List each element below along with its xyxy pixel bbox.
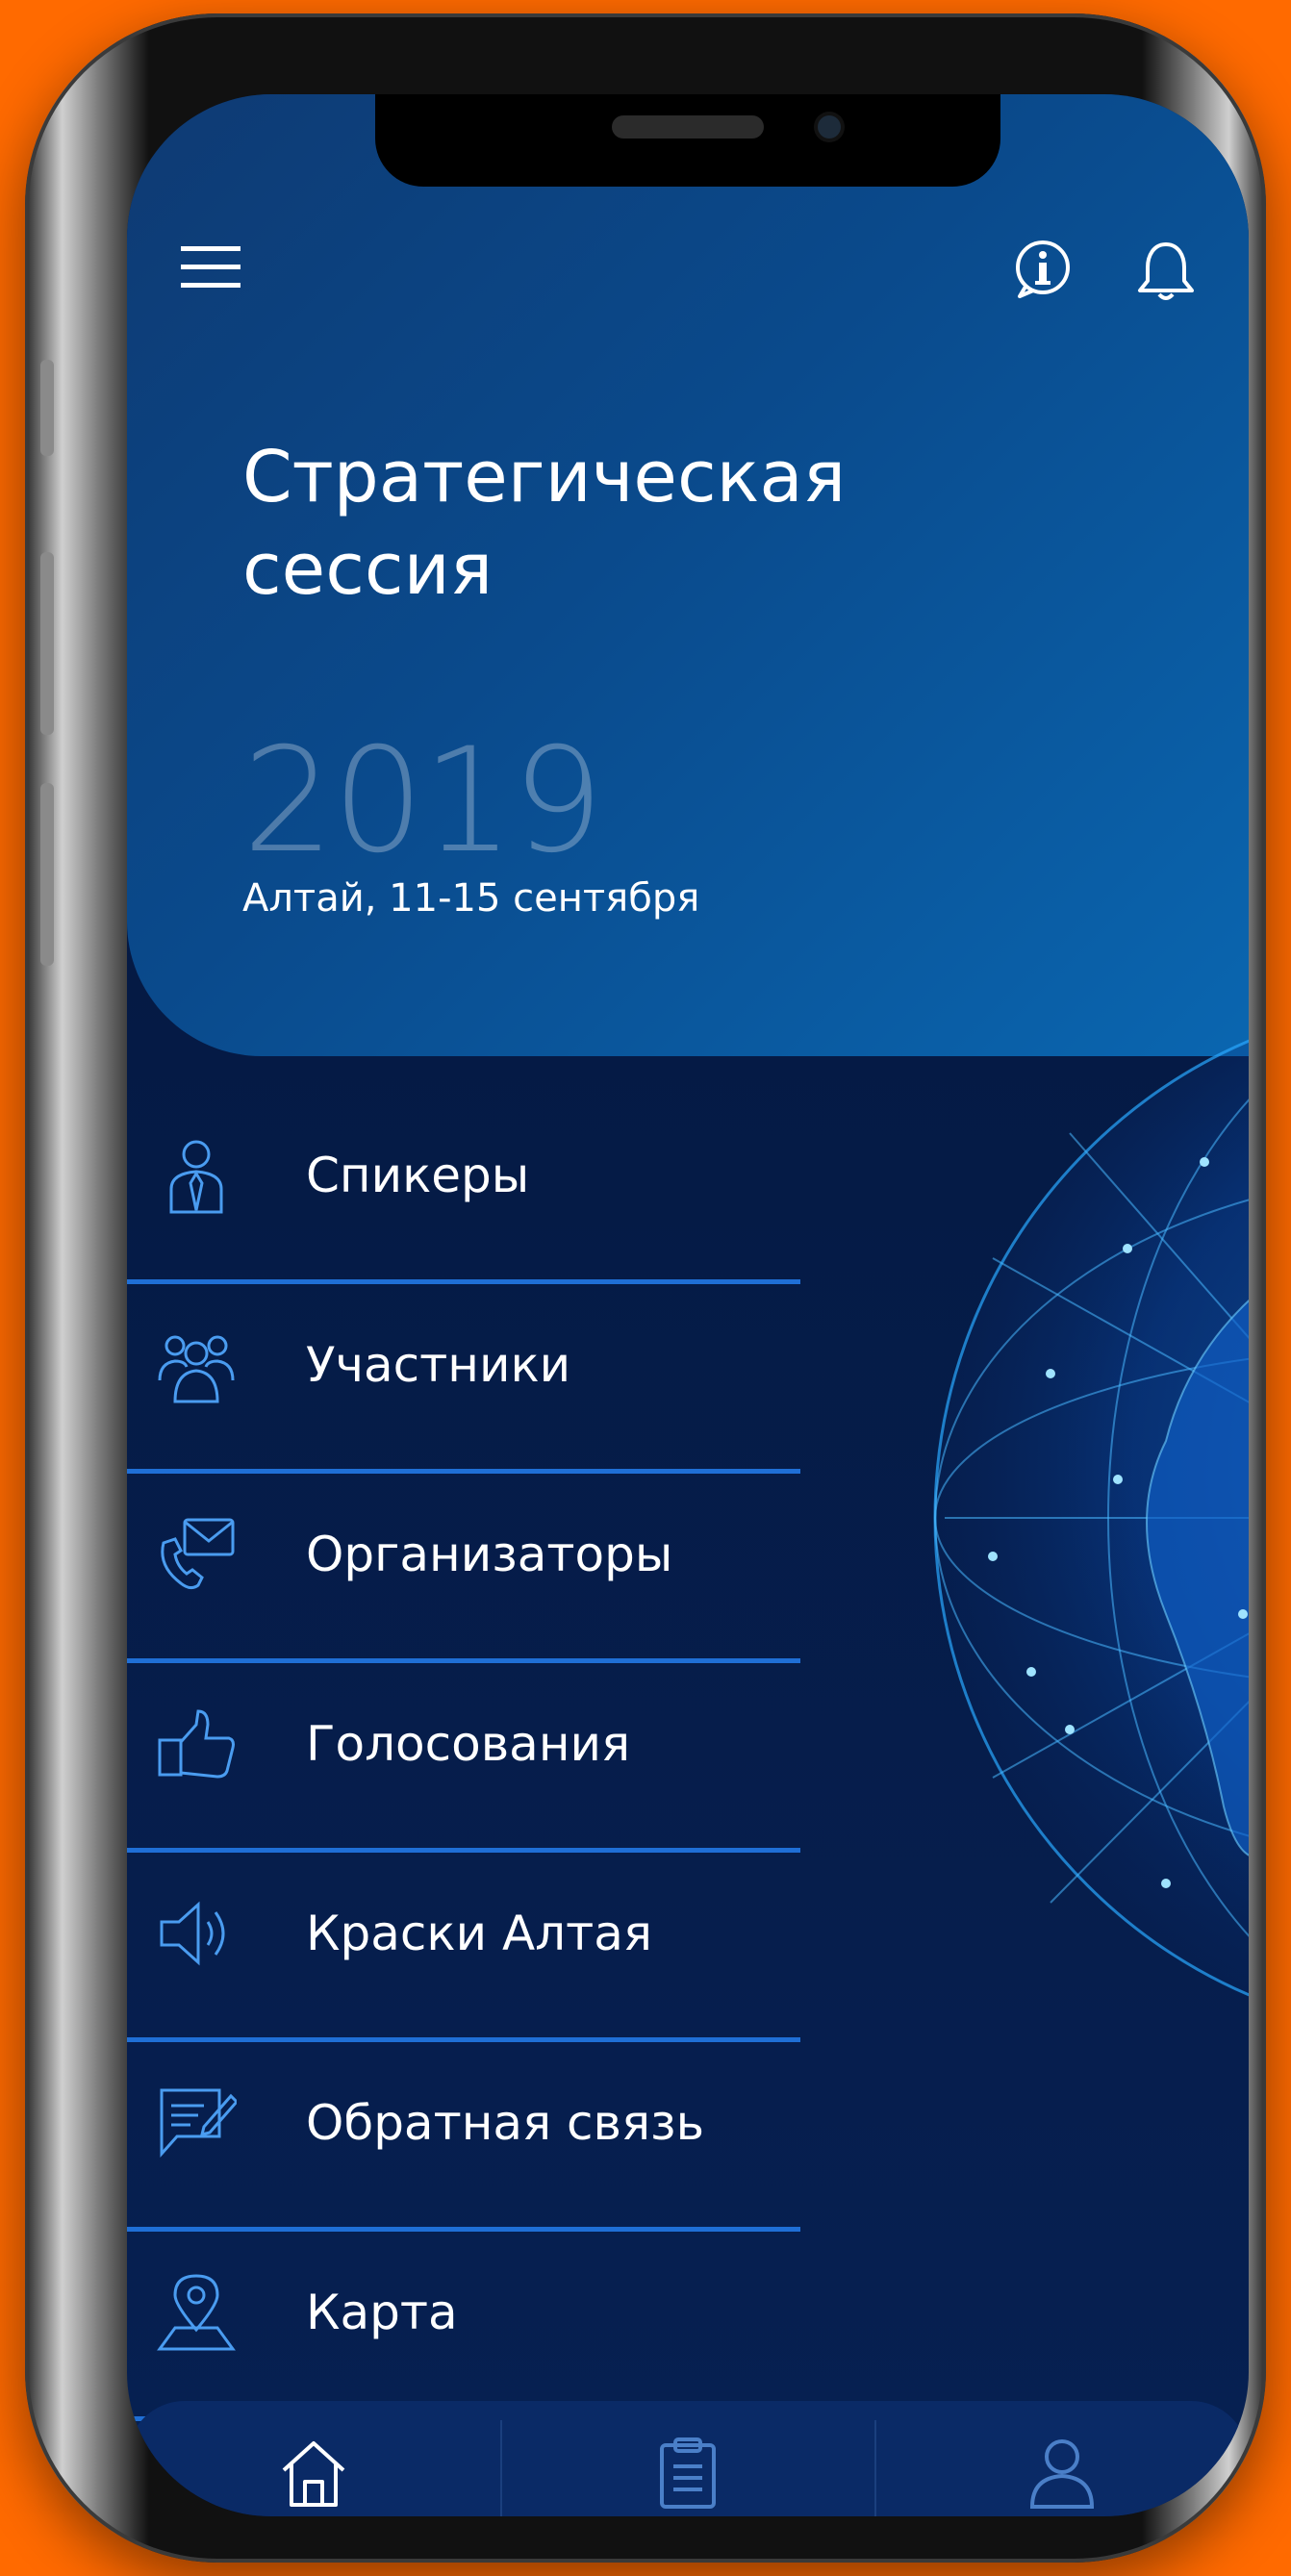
- menu-item-label: Голосования: [306, 1716, 631, 1772]
- menu-item-voting[interactable]: Голосования: [127, 1663, 897, 1853]
- app-screen: Стратегическая сессия 2019 Алтай, 11-15 …: [127, 94, 1249, 2516]
- megaphone-icon: [160, 1901, 225, 1966]
- feedback-icon: [160, 2088, 237, 2158]
- home-icon: [282, 2441, 345, 2507]
- event-year: 2019: [242, 718, 604, 885]
- bottom-tab-bar: [127, 2401, 1249, 2516]
- tab-profile[interactable]: [875, 2401, 1249, 2516]
- menu-item-label: Карта: [306, 2285, 458, 2340]
- hamburger-menu-icon[interactable]: [181, 239, 240, 296]
- menu-item-participants[interactable]: Участники: [127, 1284, 897, 1474]
- main-menu: Спикеры Участники Организаторы Голосован…: [127, 1095, 897, 2421]
- top-bar: [127, 239, 1249, 325]
- bell-icon[interactable]: [1132, 239, 1200, 306]
- thumbs-up-icon: [158, 1709, 235, 1779]
- notch: [375, 94, 1000, 187]
- volume-down-button: [40, 783, 54, 966]
- volume-up-button: [40, 552, 54, 735]
- tab-home[interactable]: [127, 2401, 500, 2516]
- menu-item-label: Организаторы: [306, 1527, 673, 1582]
- tab-schedule[interactable]: [501, 2401, 874, 2516]
- map-pin-icon: [157, 2274, 236, 2351]
- phone-frame: Стратегическая сессия 2019 Алтай, 11-15 …: [25, 13, 1266, 2563]
- menu-item-map[interactable]: Карта: [127, 2232, 897, 2421]
- speaker-person-icon: [169, 1140, 223, 1214]
- menu-item-feedback[interactable]: Обратная связь: [127, 2042, 897, 2232]
- user-icon: [1029, 2439, 1095, 2509]
- earpiece-speaker: [612, 115, 764, 139]
- group-icon: [158, 1335, 235, 1403]
- menu-item-label: Спикеры: [306, 1148, 530, 1203]
- front-camera: [818, 115, 841, 139]
- mute-switch: [40, 360, 54, 456]
- globe-illustration: [933, 1039, 1249, 1997]
- menu-item-altai-colors[interactable]: Краски Алтая: [127, 1853, 897, 2042]
- phone-mail-icon: [161, 1518, 235, 1590]
- menu-item-label: Краски Алтая: [306, 1906, 652, 1961]
- event-location-dates: Алтай, 11-15 сентября: [242, 876, 700, 921]
- menu-item-organizers[interactable]: Организаторы: [127, 1474, 897, 1663]
- page-title: Стратегическая сессия: [242, 436, 847, 611]
- info-icon[interactable]: [1012, 239, 1074, 300]
- menu-item-label: Участники: [306, 1337, 571, 1393]
- clipboard-icon: [660, 2437, 716, 2509]
- menu-item-label: Обратная связь: [306, 2095, 705, 2151]
- menu-item-speakers[interactable]: Спикеры: [127, 1095, 897, 1284]
